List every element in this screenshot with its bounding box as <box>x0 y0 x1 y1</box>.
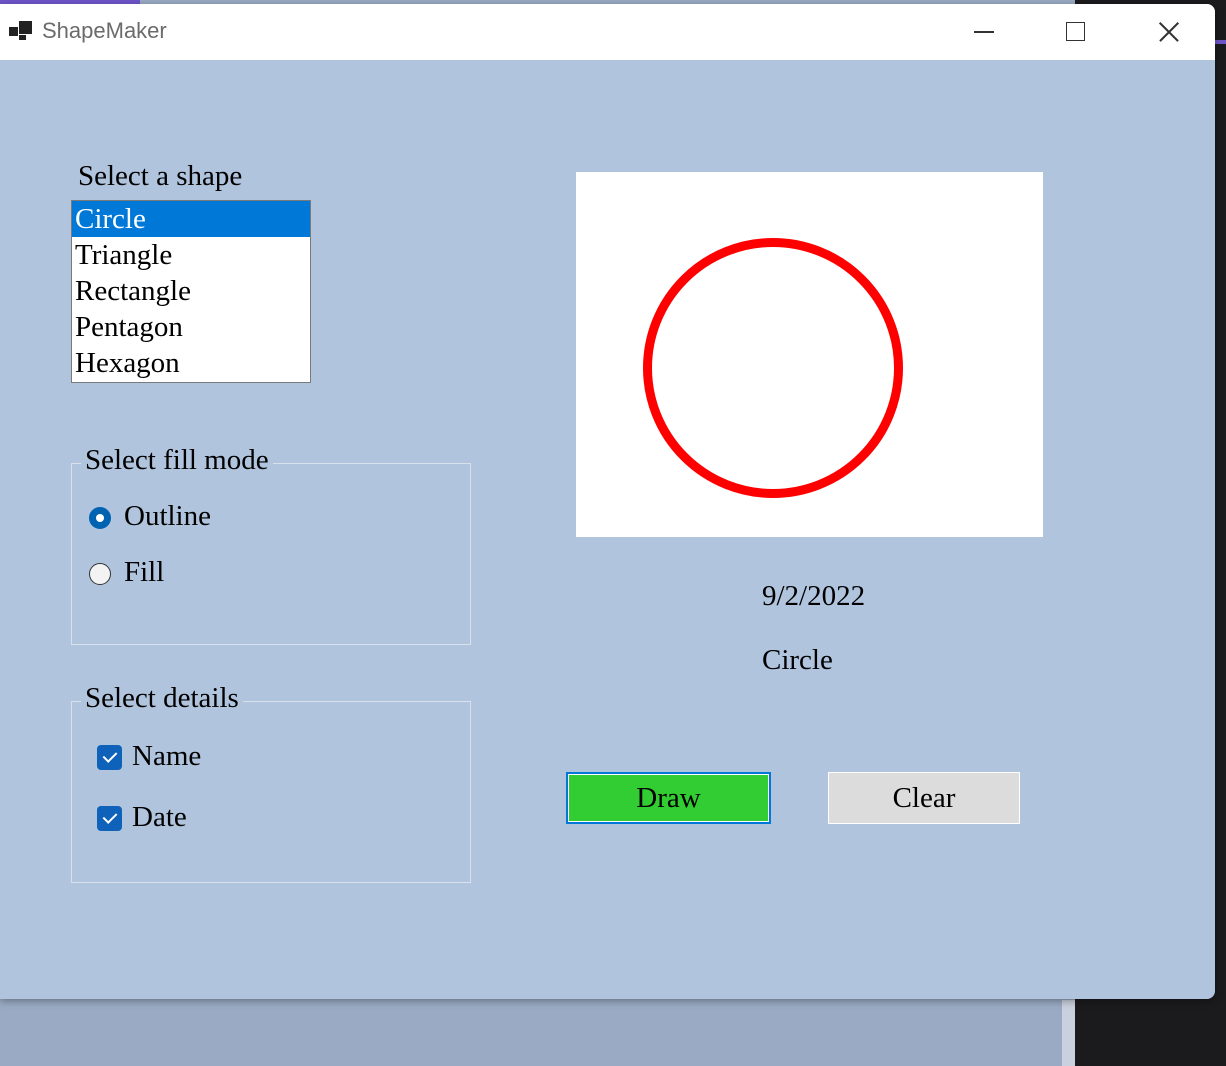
date-output: 9/2/2022 <box>762 580 866 612</box>
outline-label[interactable]: Outline <box>124 500 211 533</box>
shape-item-triangle[interactable]: Triangle <box>72 237 310 273</box>
minimize-button[interactable] <box>938 4 1030 60</box>
date-label[interactable]: Date <box>132 801 187 834</box>
name-label[interactable]: Name <box>132 740 201 773</box>
clear-button[interactable]: Clear <box>828 772 1020 824</box>
shape-item-hexagon[interactable]: Hexagon <box>72 345 310 381</box>
details-group: Select details Name Date <box>71 682 471 883</box>
maximize-button[interactable] <box>1030 4 1122 60</box>
fill-radio[interactable] <box>89 563 111 585</box>
outline-radio[interactable] <box>89 507 111 529</box>
title-bar[interactable]: ShapeMaker <box>0 4 1215 60</box>
background-divider <box>1062 1000 1075 1066</box>
circle-shape <box>643 238 903 498</box>
shape-item-pentagon[interactable]: Pentagon <box>72 309 310 345</box>
shape-list-label: Select a shape <box>78 160 243 192</box>
close-button[interactable] <box>1122 4 1214 60</box>
draw-button[interactable]: Draw <box>566 772 771 824</box>
shape-listbox[interactable]: Circle Triangle Rectangle Pentagon Hexag… <box>71 200 311 383</box>
shapemaker-window: ShapeMaker Select a shape Circle Triangl… <box>0 4 1215 999</box>
client-area: Select a shape Circle Triangle Rectangle… <box>0 60 1215 999</box>
fill-mode-title: Select fill mode <box>81 444 273 477</box>
shape-item-rectangle[interactable]: Rectangle <box>72 273 310 309</box>
name-checkbox[interactable] <box>97 745 122 770</box>
fill-mode-group: Select fill mode Outline Fill <box>71 444 471 645</box>
shape-item-circle[interactable]: Circle <box>72 201 310 237</box>
drawing-canvas <box>576 172 1043 537</box>
details-title: Select details <box>81 682 243 715</box>
window-title: ShapeMaker <box>42 18 167 43</box>
app-window-icon <box>9 21 32 40</box>
fill-label[interactable]: Fill <box>124 556 164 589</box>
date-checkbox[interactable] <box>97 806 122 831</box>
name-output: Circle <box>762 644 833 676</box>
